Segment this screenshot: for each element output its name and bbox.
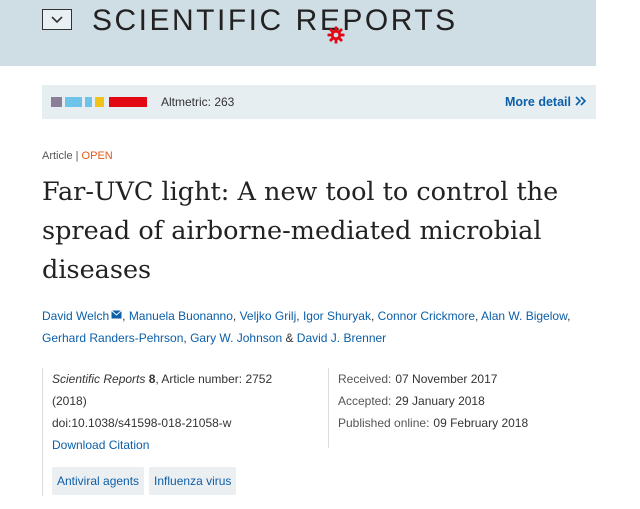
published-date: 09 February 2018 — [433, 416, 529, 430]
author-link[interactable]: David Welch — [42, 309, 109, 323]
gear-icon — [327, 26, 345, 49]
citation-doi: doi:10.1038/s41598-018-21058-w — [52, 416, 232, 430]
article-type-label: Article — [42, 150, 73, 162]
author-separator: , — [296, 309, 303, 323]
double-chevron-right-icon — [575, 95, 587, 109]
subject-tags: Antiviral agents Influenza virus — [52, 467, 237, 495]
chevron-down-icon — [51, 11, 63, 29]
received-label: Received: — [338, 372, 392, 386]
author-list: David Welch, Manuela Buonanno, Veljko Gr… — [42, 304, 602, 349]
article-type-separator: | — [72, 150, 82, 162]
mail-icon[interactable] — [111, 304, 122, 326]
citation-block: Scientific Reports 8, Article number: 27… — [42, 368, 324, 496]
journal-logo[interactable]: SCIENTIFIC REPORTS — [92, 4, 458, 38]
altmetric-score: Altmetric: 263 — [161, 95, 235, 109]
altmetric-bar: Altmetric: 263 More detail — [42, 85, 596, 119]
more-detail-label: More detail — [505, 95, 571, 109]
journal-name: Scientific Reports — [52, 372, 146, 386]
accepted-label: Accepted: — [338, 394, 392, 408]
altmetric-swatch — [51, 97, 62, 107]
subject-tag[interactable]: Influenza virus — [149, 467, 237, 495]
site-header: SCIENTIFIC REPORTS — [0, 0, 596, 66]
altmetric-swatch — [65, 97, 82, 107]
author-link[interactable]: David J. Brenner — [297, 331, 386, 345]
logo-text-reports: REPORTS — [295, 4, 458, 37]
article-type: Article | OPEN — [42, 150, 113, 162]
published-date-row: Published online: 09 February 2018 — [338, 412, 528, 434]
author-link[interactable]: Connor Crickmore — [378, 309, 475, 323]
citation-line: Scientific Reports 8, Article number: 27… — [52, 368, 324, 390]
more-detail-link[interactable]: More detail — [505, 95, 587, 109]
accepted-date-row: Accepted: 29 January 2018 — [338, 390, 528, 412]
logo-text-scientific: SCIENTIFIC — [92, 4, 284, 37]
author-link[interactable]: Veljko Grilj — [240, 309, 297, 323]
accepted-date: 29 January 2018 — [395, 394, 485, 408]
article-info-box: Scientific Reports 8, Article number: 27… — [42, 368, 596, 498]
altmetric-donut-swatches[interactable] — [51, 97, 147, 107]
received-date-row: Received: 07 November 2017 — [338, 368, 528, 390]
author-separator: , — [567, 309, 571, 323]
altmetric-swatch — [95, 97, 104, 107]
download-citation-link[interactable]: Download Citation — [52, 434, 324, 456]
author-link[interactable]: Alan W. Bigelow — [481, 309, 567, 323]
subject-tag[interactable]: Antiviral agents — [52, 467, 145, 495]
article-number: , Article number: 2752 — [155, 372, 273, 386]
altmetric-swatch — [85, 97, 92, 107]
author-separator: , — [232, 309, 240, 323]
author-link[interactable]: Gerhard Randers-Pehrson — [42, 331, 183, 345]
received-date: 07 November 2017 — [395, 372, 498, 386]
citation-year: (2018) — [52, 394, 87, 408]
author-link[interactable]: Gary W. Johnson — [190, 331, 282, 345]
published-label: Published online: — [338, 416, 430, 430]
author-separator: , — [122, 309, 129, 323]
altmetric-swatch — [109, 97, 147, 107]
author-separator: & — [282, 331, 297, 345]
menu-toggle-button[interactable] — [42, 9, 72, 30]
author-link[interactable]: Manuela Buonanno — [129, 309, 233, 323]
history-block: Received: 07 November 2017 Accepted: 29 Ja… — [328, 368, 528, 448]
article-title: Far-UVC light: A new tool to control the… — [42, 177, 559, 285]
author-separator: , — [370, 309, 378, 323]
author-link[interactable]: Igor Shuryak — [303, 309, 371, 323]
open-access-badge: OPEN — [81, 150, 113, 162]
